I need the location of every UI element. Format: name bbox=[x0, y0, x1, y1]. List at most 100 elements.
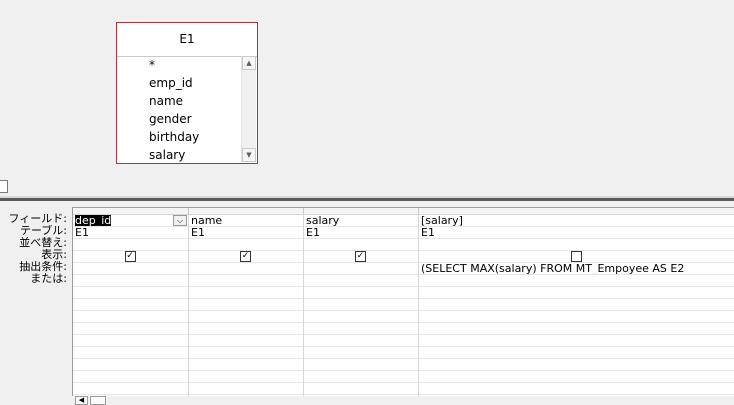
empty-cell[interactable] bbox=[189, 335, 303, 347]
row-label-show: 表示: bbox=[41, 249, 67, 261]
field-cell[interactable]: name bbox=[189, 215, 303, 227]
table-cell[interactable]: E1 bbox=[189, 227, 303, 239]
empty-cell[interactable] bbox=[419, 347, 734, 359]
row-label-sort: 並べ替え: bbox=[19, 237, 67, 249]
empty-cell[interactable] bbox=[189, 287, 303, 299]
grid-column-2: name E1 ✓ bbox=[189, 215, 304, 404]
chevron-down-icon[interactable]: ⌵ bbox=[173, 215, 187, 226]
empty-cell[interactable] bbox=[304, 323, 418, 335]
empty-cell[interactable] bbox=[189, 383, 303, 395]
empty-cell[interactable] bbox=[73, 347, 188, 359]
field-list-item[interactable]: salary bbox=[117, 146, 241, 163]
empty-cell[interactable] bbox=[304, 335, 418, 347]
sort-cell[interactable] bbox=[73, 239, 188, 251]
sort-cell[interactable] bbox=[189, 239, 303, 251]
empty-cell[interactable] bbox=[304, 287, 418, 299]
grid-column-4: [salary] E1 (SELECT MAX(salary) FROM MT_… bbox=[419, 215, 734, 404]
show-checkbox[interactable]: ✓ bbox=[355, 251, 366, 262]
empty-cell[interactable] bbox=[73, 299, 188, 311]
field-list-title[interactable]: E1 bbox=[117, 23, 257, 57]
empty-cell[interactable] bbox=[304, 383, 418, 395]
empty-cell[interactable] bbox=[189, 299, 303, 311]
field-cell[interactable]: dep_id ⌵ bbox=[73, 215, 188, 227]
empty-cell[interactable] bbox=[189, 323, 303, 335]
column-selector-2[interactable] bbox=[189, 208, 304, 214]
empty-cell[interactable] bbox=[304, 311, 418, 323]
empty-cell[interactable] bbox=[73, 335, 188, 347]
row-label-table: テーブル: bbox=[19, 225, 67, 237]
column-selector-3[interactable] bbox=[304, 208, 419, 214]
table-cell[interactable]: E1 bbox=[73, 227, 188, 239]
empty-cell[interactable] bbox=[73, 287, 188, 299]
design-grid-pane: フィールド: テーブル: 並べ替え: 表示: 抽出条件: または: dep_id… bbox=[0, 201, 734, 405]
empty-cell[interactable] bbox=[304, 347, 418, 359]
empty-cell[interactable] bbox=[189, 347, 303, 359]
empty-cell[interactable] bbox=[73, 323, 188, 335]
show-checkbox[interactable]: ✓ bbox=[124, 251, 136, 262]
empty-cell[interactable] bbox=[189, 371, 303, 383]
criteria-cell[interactable] bbox=[73, 263, 188, 275]
field-list-scrollbar[interactable]: ▲ ▼ bbox=[241, 56, 256, 162]
show-cell: ✓ bbox=[73, 251, 188, 263]
table-pane-scroll-box[interactable] bbox=[0, 180, 8, 193]
show-checkbox[interactable] bbox=[571, 251, 582, 262]
or-cell[interactable] bbox=[189, 275, 303, 287]
field-list-window-e1[interactable]: E1 * emp_id name gender birthday salary … bbox=[116, 22, 258, 164]
criteria-cell[interactable]: (SELECT MAX(salary) FROM MT_Empoyee AS E… bbox=[419, 263, 734, 275]
scroll-down-icon[interactable]: ▼ bbox=[242, 148, 256, 162]
empty-cell[interactable] bbox=[419, 323, 734, 335]
empty-cell[interactable] bbox=[304, 299, 418, 311]
grid-column-3: salary E1 ✓ bbox=[304, 215, 419, 404]
empty-cell[interactable] bbox=[419, 359, 734, 371]
field-value: dep_id bbox=[75, 215, 112, 227]
design-grid: dep_id ⌵ E1 ✓ name E1 ✓ salary E1 ✓ [sal… bbox=[72, 207, 734, 405]
sort-cell[interactable] bbox=[419, 239, 734, 251]
empty-cell[interactable] bbox=[419, 335, 734, 347]
empty-cell[interactable] bbox=[419, 287, 734, 299]
column-selectors bbox=[73, 208, 734, 215]
grid-column-1: dep_id ⌵ E1 ✓ bbox=[73, 215, 189, 404]
field-list-item[interactable]: birthday bbox=[117, 128, 241, 146]
field-cell[interactable]: [salary] bbox=[419, 215, 734, 227]
grid-row-labels: フィールド: テーブル: 並べ替え: 表示: 抽出条件: または: bbox=[0, 213, 70, 285]
row-label-field: フィールド: bbox=[8, 213, 68, 225]
or-cell[interactable] bbox=[304, 275, 418, 287]
field-cell[interactable]: salary bbox=[304, 215, 418, 227]
criteria-cell[interactable] bbox=[304, 263, 418, 275]
empty-cell[interactable] bbox=[419, 383, 734, 395]
row-label-criteria: 抽出条件: bbox=[19, 261, 67, 273]
show-cell bbox=[419, 251, 734, 263]
show-checkbox[interactable]: ✓ bbox=[240, 251, 251, 262]
empty-cell[interactable] bbox=[189, 359, 303, 371]
empty-cell[interactable] bbox=[73, 371, 188, 383]
empty-cell[interactable] bbox=[73, 359, 188, 371]
column-selector-1[interactable] bbox=[73, 208, 189, 214]
empty-cell[interactable] bbox=[419, 371, 734, 383]
empty-cell[interactable] bbox=[304, 371, 418, 383]
table-cell[interactable]: E1 bbox=[304, 227, 418, 239]
or-cell[interactable] bbox=[73, 275, 188, 287]
sort-cell[interactable] bbox=[304, 239, 418, 251]
grid-horizontal-scrollbar[interactable]: ◀ bbox=[72, 396, 734, 405]
show-cell: ✓ bbox=[189, 251, 303, 263]
field-list-item[interactable]: name bbox=[117, 92, 241, 110]
empty-cell[interactable] bbox=[73, 383, 188, 395]
scroll-up-icon[interactable]: ▲ bbox=[242, 56, 256, 70]
field-list-item[interactable]: * bbox=[117, 56, 241, 74]
criteria-cell[interactable] bbox=[189, 263, 303, 275]
empty-cell[interactable] bbox=[419, 311, 734, 323]
field-list-items: * emp_id name gender birthday salary dep… bbox=[117, 56, 241, 163]
empty-cell[interactable] bbox=[73, 311, 188, 323]
empty-cell[interactable] bbox=[304, 359, 418, 371]
show-cell: ✓ bbox=[304, 251, 418, 263]
empty-cell[interactable] bbox=[189, 311, 303, 323]
empty-cell[interactable] bbox=[419, 299, 734, 311]
scroll-thumb[interactable] bbox=[90, 396, 106, 405]
table-cell[interactable]: E1 bbox=[419, 227, 734, 239]
field-list-item[interactable]: gender bbox=[117, 110, 241, 128]
scroll-left-icon[interactable]: ◀ bbox=[75, 396, 88, 405]
or-cell[interactable] bbox=[419, 275, 734, 287]
table-pane: E1 * emp_id name gender birthday salary … bbox=[0, 0, 734, 193]
field-list-item[interactable]: emp_id bbox=[117, 74, 241, 92]
column-selector-4[interactable] bbox=[419, 208, 734, 214]
